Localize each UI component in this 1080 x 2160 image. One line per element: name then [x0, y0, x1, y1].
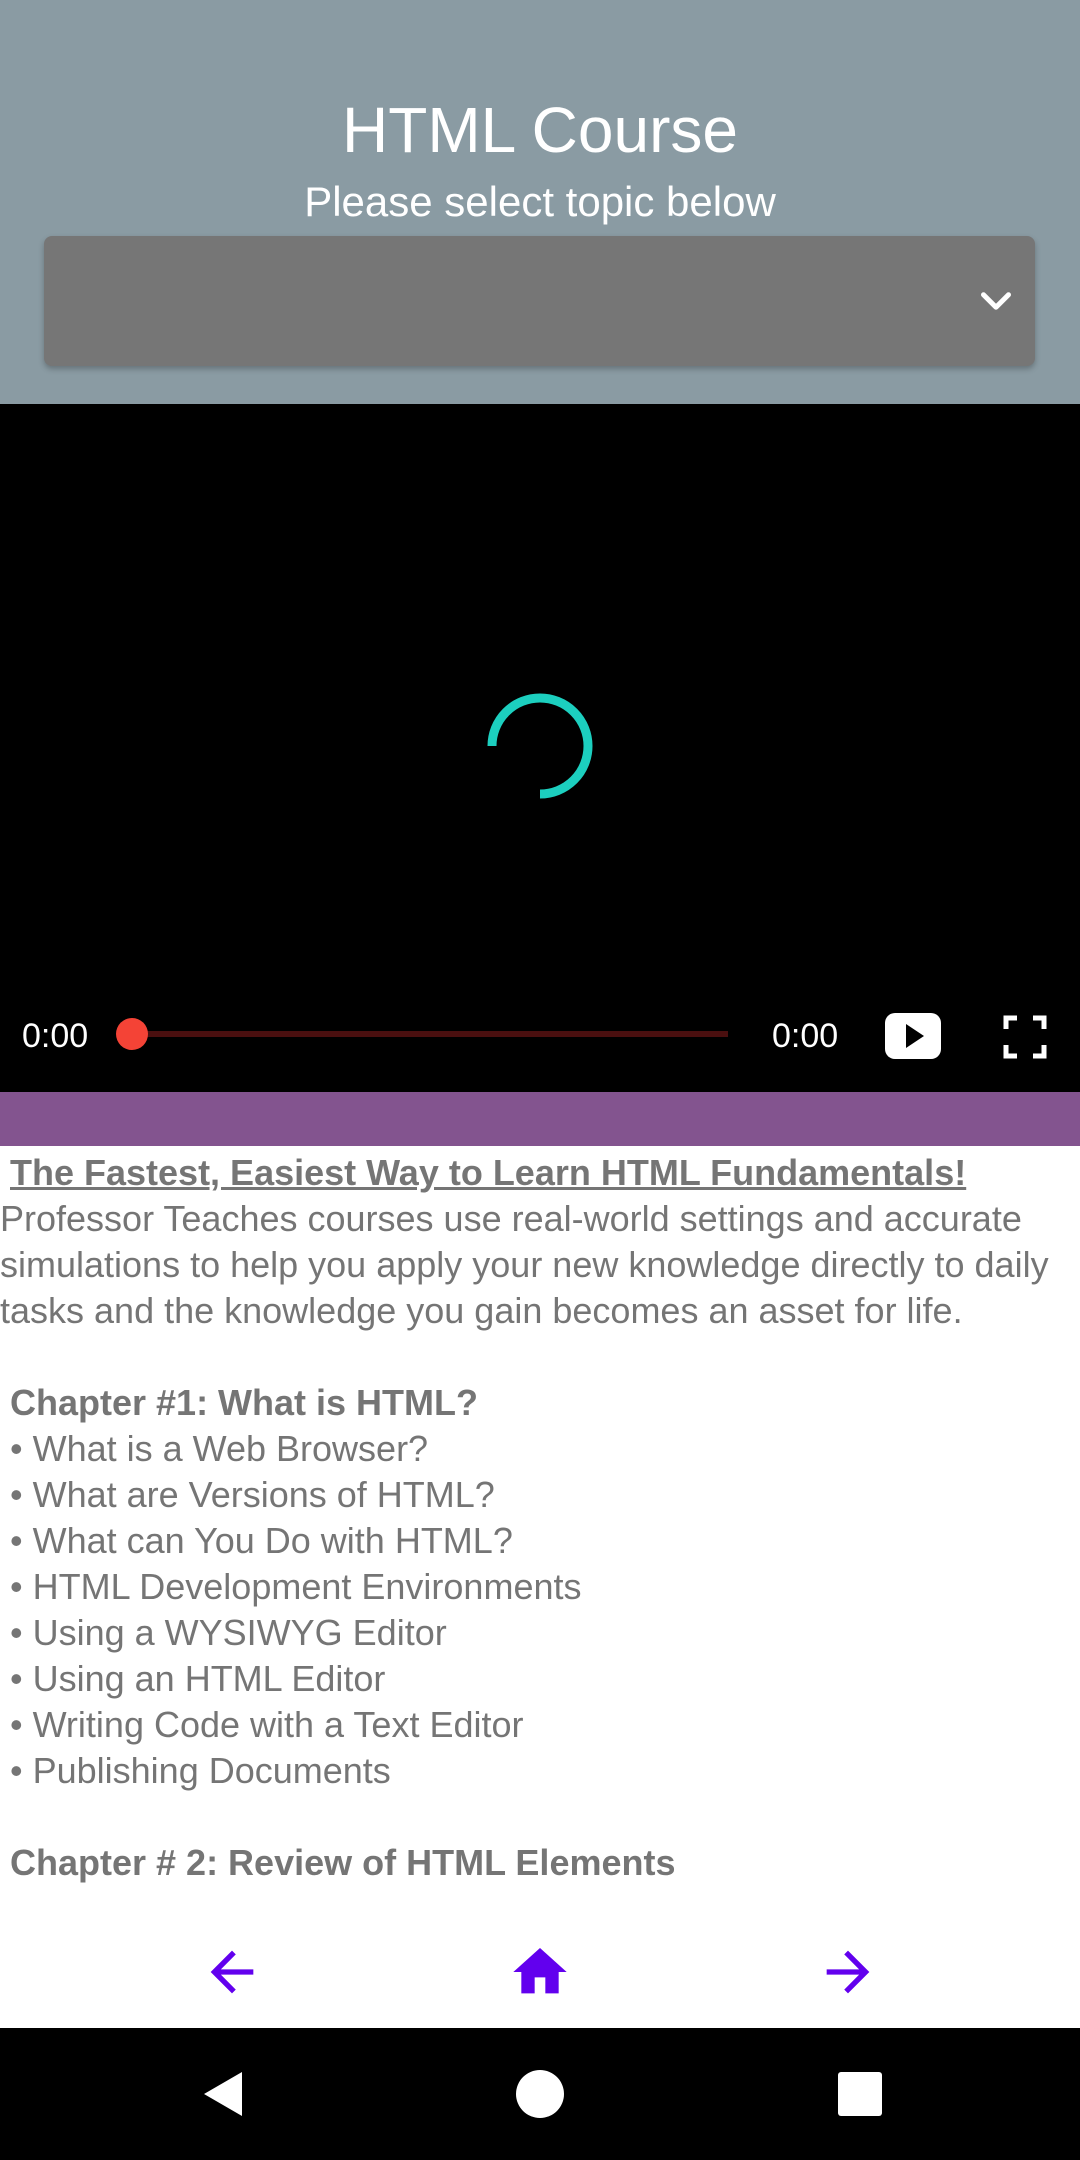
page-subtitle: Please select topic below: [304, 178, 776, 225]
topic-dropdown[interactable]: [44, 236, 1035, 366]
header: HTML Course Please select topic below: [0, 0, 1080, 404]
list-item: • What are Versions of HTML?: [10, 1474, 495, 1515]
chapter-1-title: Chapter #1: What is HTML?: [10, 1382, 479, 1423]
arrow-forward-icon[interactable]: [816, 1940, 880, 2004]
list-item: • Publishing Documents: [10, 1750, 391, 1791]
chevron-down-icon: [981, 292, 1011, 310]
system-navigation-bar: [0, 2028, 1080, 2160]
section-banner: [0, 1092, 1080, 1146]
video-seek-handle[interactable]: [116, 1018, 148, 1050]
fullscreen-icon[interactable]: [1000, 1012, 1050, 1062]
list-item: • HTML Development Environments: [10, 1566, 582, 1607]
list-item: • What is a Web Browser?: [10, 1428, 429, 1469]
page-title: HTML Course: [342, 94, 738, 166]
video-current-time: 0:00: [22, 1017, 89, 1055]
triangle-back-icon[interactable]: [196, 2066, 252, 2122]
course-heading: The Fastest, Easiest Way to Learn HTML F…: [10, 1152, 967, 1193]
circle-home-icon[interactable]: [512, 2066, 568, 2122]
list-item: • Using a WYSIWYG Editor: [10, 1612, 447, 1653]
list-item: • Using an HTML Editor: [10, 1658, 386, 1699]
list-item: • Writing Code with a Text Editor: [10, 1704, 524, 1745]
square-recents-icon[interactable]: [832, 2066, 888, 2122]
course-description: The Fastest, Easiest Way to Learn HTML F…: [0, 1146, 1080, 1916]
video-seek-bar[interactable]: [116, 1018, 728, 1050]
play-icon[interactable]: [884, 1012, 942, 1060]
loading-spinner-icon: [487, 693, 593, 799]
chapter-2-title: Chapter # 2: Review of HTML Elements: [10, 1842, 676, 1883]
home-icon[interactable]: [508, 1940, 572, 2004]
list-item: • What can You Do with HTML?: [10, 1520, 513, 1561]
course-intro-text: Professor Teaches courses use real-world…: [0, 1198, 1049, 1331]
arrow-back-icon[interactable]: [200, 1940, 264, 2004]
bottom-navigation: [0, 1916, 1080, 2028]
video-duration: 0:00: [772, 1017, 839, 1055]
